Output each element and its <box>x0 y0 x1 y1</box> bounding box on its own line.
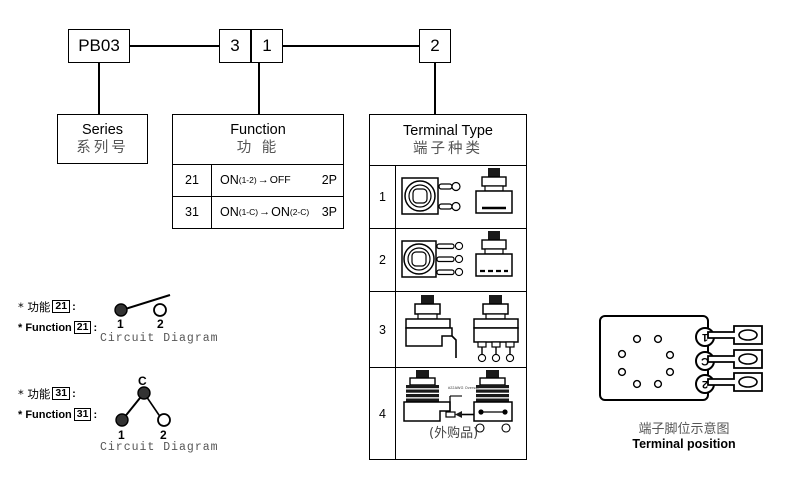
function-block: Function 功 能 21 ON (1-2) → OFF 2P 31 ON (1-C… <box>172 114 344 229</box>
function-row-31-poles: 3P <box>321 205 337 220</box>
circuit-note-31-en-prefix: * Function <box>18 408 72 421</box>
droplink-terminal <box>434 63 436 114</box>
terminal-row-1[interactable]: 1 <box>370 166 526 229</box>
terminal-type-title-en: Terminal Type <box>403 122 493 139</box>
terminal-row-1-illustration <box>396 166 526 228</box>
function-row-21-desc-post: OFF <box>269 174 291 187</box>
function-row-21-desc: ON (1-2) → OFF 2P <box>212 173 343 187</box>
terminal-row-3-code: 3 <box>370 292 396 367</box>
terminal-row-4-wire-label: #22AWG Oversol <box>448 386 479 390</box>
circuit-note-31-en-suffix: : <box>93 408 98 421</box>
droplink-series <box>98 63 100 114</box>
circuit-symbol-21-terminal-1: 1 <box>117 317 124 331</box>
function-row-31-desc-post: ON <box>271 205 290 220</box>
function-row-21-arrow-icon: → <box>257 174 269 187</box>
spdt-switch-symbol-icon <box>115 386 171 427</box>
circuit-note-21-cn-prefix: * 功能 <box>18 299 51 314</box>
function-row-31-desc-pre: ON <box>220 205 239 220</box>
code-box-series[interactable]: PB03 <box>68 29 130 63</box>
terminal-row-4-note: (外购品) <box>429 426 479 441</box>
terminal-row-4-code: 4 <box>370 368 396 459</box>
function-row-21-poles: 2P <box>321 173 337 188</box>
circuit-symbol-31-terminal-2: 2 <box>160 428 167 442</box>
series-block-title-cn: 系列号 <box>76 139 129 156</box>
series-block: Series 系列号 <box>57 114 148 164</box>
terminal-position-caption-en: Terminal position <box>632 437 736 451</box>
circuit-note-21-cn-suffix: : <box>72 300 76 313</box>
function-row-31[interactable]: 31 ON (1-C) → ON (2-C) 3P <box>173 196 343 228</box>
circuit-note-31-cn-suffix: : <box>72 387 76 400</box>
terminal-row-4-illustration: #22AWG Oversol (外购品) <box>396 368 526 459</box>
terminal-position-icon: 1 C 2 <box>599 315 763 401</box>
terminal-position-caption-cn: 端子脚位示意图 <box>638 422 730 437</box>
code-box-function-tens[interactable]: 3 <box>219 29 251 63</box>
circuit-note-21-en-prefix: * Function <box>18 321 72 334</box>
function-block-title-en: Function <box>230 122 286 139</box>
series-block-title-en: Series <box>81 121 124 138</box>
circuit-note-21-en-code: 21 <box>73 321 92 334</box>
circuit-symbol-31-caption: Circuit Diagram <box>100 441 219 454</box>
connector-series-to-function <box>130 45 219 47</box>
code-box-series-label: PB03 <box>78 36 120 55</box>
terminal-type-block: Terminal Type 端子种类 1 2 3 4 #22AWG Overso… <box>369 114 527 460</box>
circuit-symbol-31 <box>108 386 188 430</box>
code-box-terminal[interactable]: 2 <box>419 29 451 63</box>
terminal-position-diagram: 1 C 2 <box>596 310 768 410</box>
terminal-row-2-code: 2 <box>370 229 396 291</box>
circuit-symbol-31-terminal-1: 1 <box>118 428 125 442</box>
terminal-row-2-illustration <box>396 229 526 291</box>
terminal-type-title-cn: 端子种类 <box>413 140 483 157</box>
function-row-21-code: 21 <box>173 165 212 196</box>
function-block-title-cn: 功 能 <box>236 140 280 157</box>
code-box-terminal-label: 2 <box>430 36 440 55</box>
code-box-function-ones-label: 1 <box>262 36 272 55</box>
code-box-function-ones[interactable]: 1 <box>251 29 283 63</box>
function-row-21-desc-sub1: (1-2) <box>238 175 257 186</box>
terminal-row-1-code: 1 <box>370 166 396 228</box>
circuit-note-31-cn-prefix: * 功能 <box>18 386 51 401</box>
terminal-row-3-illustration <box>396 292 526 367</box>
connector-function-to-terminal <box>283 45 419 47</box>
circuit-symbol-21-caption: Circuit Diagram <box>100 332 219 345</box>
function-row-31-code: 31 <box>173 196 212 228</box>
function-row-31-arrow-icon: → <box>259 206 271 219</box>
terminal-row-2[interactable]: 2 <box>370 229 526 292</box>
circuit-note-21-cn-code: 21 <box>52 300 71 313</box>
function-row-31-desc: ON (1-C) → ON (2-C) 3P <box>212 205 343 219</box>
switch-pcb-pins-icon <box>405 295 519 363</box>
terminal-row-4[interactable]: 4 #22AWG Oversol (外购品) <box>370 368 526 459</box>
circuit-note-31-cn-code: 31 <box>52 387 71 400</box>
function-row-31-desc-sub2: (2-C) <box>289 207 310 218</box>
circuit-note-31-en-code: 31 <box>73 408 92 421</box>
droplink-function <box>258 63 260 114</box>
circuit-note-21-en-suffix: : <box>93 321 98 334</box>
function-row-21[interactable]: 21 ON (1-2) → OFF 2P <box>173 165 343 197</box>
function-row-31-desc-sub1: (1-C) <box>238 207 259 218</box>
code-box-function-tens-label: 3 <box>230 36 240 55</box>
switch-side-view-2pin-icon <box>401 168 513 215</box>
switch-side-view-3pin-icon <box>401 231 513 278</box>
function-row-21-desc-pre: ON <box>220 173 239 188</box>
circuit-symbol-21-terminal-2: 2 <box>157 317 164 331</box>
terminal-row-3[interactable]: 3 <box>370 292 526 368</box>
